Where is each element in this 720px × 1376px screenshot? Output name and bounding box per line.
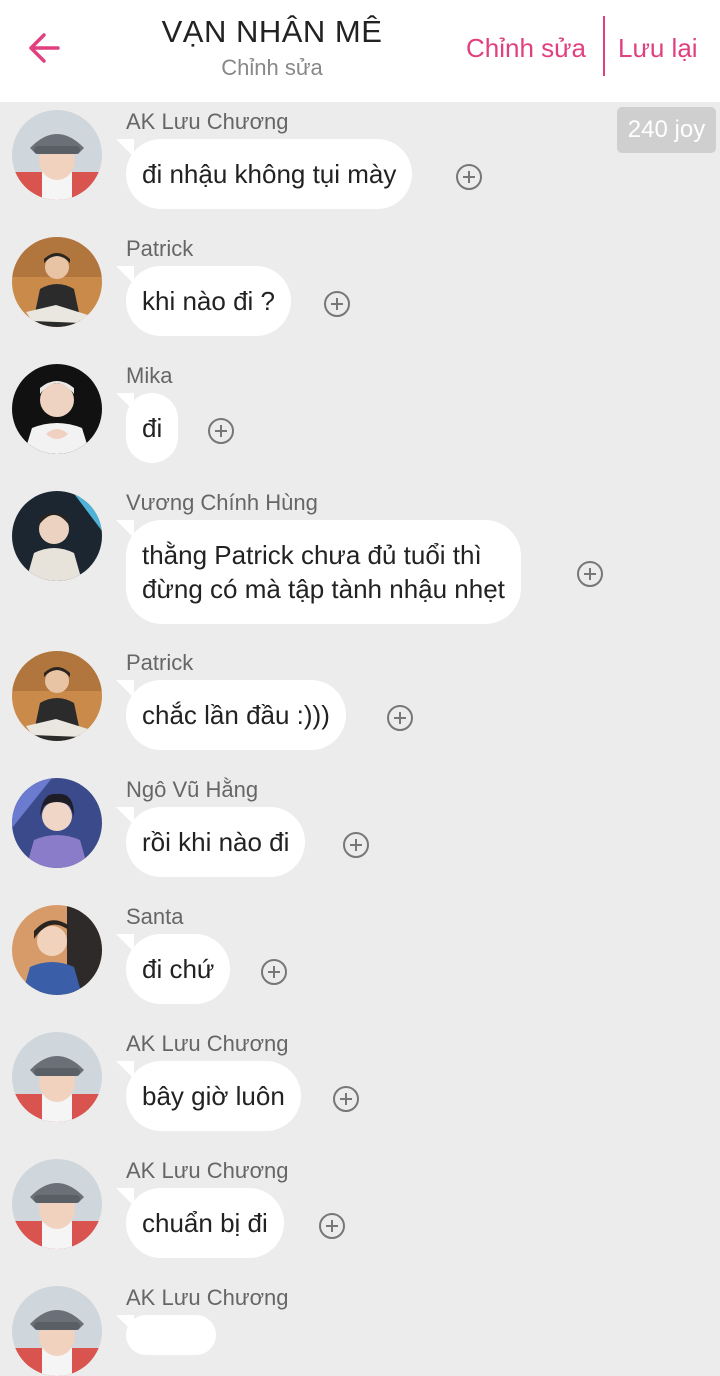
- message-text: khi nào đi ?: [142, 286, 275, 316]
- patrick-avatar-icon: [12, 237, 102, 327]
- message-bubble[interactable]: chắc lần đầu :))): [116, 680, 346, 750]
- message-bubble[interactable]: đi: [116, 393, 179, 463]
- save-button[interactable]: Lưu lại: [618, 30, 698, 66]
- message-bubble[interactable]: thằng Patrick chưa đủ tuổi thì đừng có m…: [116, 520, 521, 624]
- message-text: đi chứ: [142, 954, 215, 984]
- add-reaction-icon[interactable]: [318, 1212, 346, 1240]
- sender-name: AK Lưu Chương: [126, 1285, 289, 1310]
- sender-name: Patrick: [126, 236, 194, 261]
- sender-name: Mika: [126, 363, 173, 388]
- mika-avatar-icon: [12, 364, 102, 454]
- title-block: VẠN NHÂN MÊ Chỉnh sửa: [120, 12, 424, 84]
- back-button[interactable]: [22, 26, 66, 70]
- avatar[interactable]: [12, 1286, 102, 1376]
- sender-name: Santa: [126, 904, 184, 929]
- avatar[interactable]: [12, 905, 102, 995]
- top-bar: VẠN NHÂN MÊ Chỉnh sửa Chỉnh sửa Lưu lại: [0, 0, 720, 102]
- add-reaction-icon[interactable]: [455, 163, 483, 191]
- avatar[interactable]: [12, 237, 102, 327]
- add-reaction-icon[interactable]: [342, 831, 370, 859]
- add-reaction-icon[interactable]: [323, 290, 351, 318]
- avatar[interactable]: [12, 110, 102, 200]
- message-text: chuẩn bị đi: [142, 1208, 268, 1238]
- edit-button[interactable]: Chỉnh sửa: [466, 30, 586, 66]
- sender-name: AK Lưu Chương: [126, 1031, 289, 1056]
- sender-name: AK Lưu Chương: [126, 1158, 289, 1183]
- sender-name: Vương Chính Hùng: [126, 490, 318, 515]
- sender-name: AK Lưu Chương: [126, 109, 289, 134]
- sender-name: Ngô Vũ Hằng: [126, 777, 259, 802]
- santa-avatar-icon: [12, 905, 102, 995]
- ak-avatar-icon: [12, 1032, 102, 1122]
- add-reaction-icon[interactable]: [386, 704, 414, 732]
- message-text: bây giờ luôn: [142, 1081, 285, 1111]
- patrick-avatar-icon: [12, 651, 102, 741]
- add-reaction-icon[interactable]: [207, 417, 235, 445]
- ak-avatar-icon: [12, 110, 102, 200]
- avatar[interactable]: [12, 651, 102, 741]
- message-text: rồi khi nào đi: [142, 827, 290, 857]
- avatar[interactable]: [12, 491, 102, 581]
- ngo-vu-hang-avatar-icon: [12, 778, 102, 868]
- message-text-line: đừng có mà tập tành nhậu nhẹt: [142, 574, 505, 604]
- joy-badge: 240 joy: [617, 107, 716, 153]
- message-text: đi nhậu không tụi mày: [142, 159, 397, 189]
- ak-avatar-icon: [12, 1286, 102, 1376]
- add-reaction-icon[interactable]: [332, 1085, 360, 1113]
- message-bubble[interactable]: đi chứ: [116, 934, 231, 1004]
- add-reaction-icon[interactable]: [260, 958, 288, 986]
- page-title: VẠN NHÂN MÊ: [161, 14, 383, 49]
- avatar[interactable]: [12, 1159, 102, 1249]
- page-subtitle: Chỉnh sửa: [221, 55, 323, 80]
- avatar[interactable]: [12, 364, 102, 454]
- avatar[interactable]: [12, 778, 102, 868]
- message-bubble[interactable]: đi nhậu không tụi mày: [116, 139, 413, 209]
- avatar[interactable]: [12, 1032, 102, 1122]
- back-arrow-icon: [29, 33, 60, 63]
- message-bubble[interactable]: rồi khi nào đi: [116, 807, 306, 877]
- message-text: chắc lần đầu :))): [142, 700, 330, 730]
- message-text-line: thằng Patrick chưa đủ tuổi thì: [142, 540, 482, 570]
- message-text: đi: [142, 413, 163, 443]
- add-reaction-icon[interactable]: [576, 560, 604, 588]
- message-bubble[interactable]: khi nào đi ?: [116, 266, 291, 336]
- message-bubble[interactable]: bây giờ luôn: [116, 1061, 301, 1131]
- message-bubble[interactable]: chuẩn bị đi: [116, 1188, 284, 1258]
- vuong-chinh-hung-avatar-icon: [12, 491, 102, 581]
- sender-name: Patrick: [126, 650, 194, 675]
- ak-avatar-icon: [12, 1159, 102, 1249]
- message-bubble[interactable]: [116, 1315, 216, 1355]
- header-divider: [603, 16, 605, 76]
